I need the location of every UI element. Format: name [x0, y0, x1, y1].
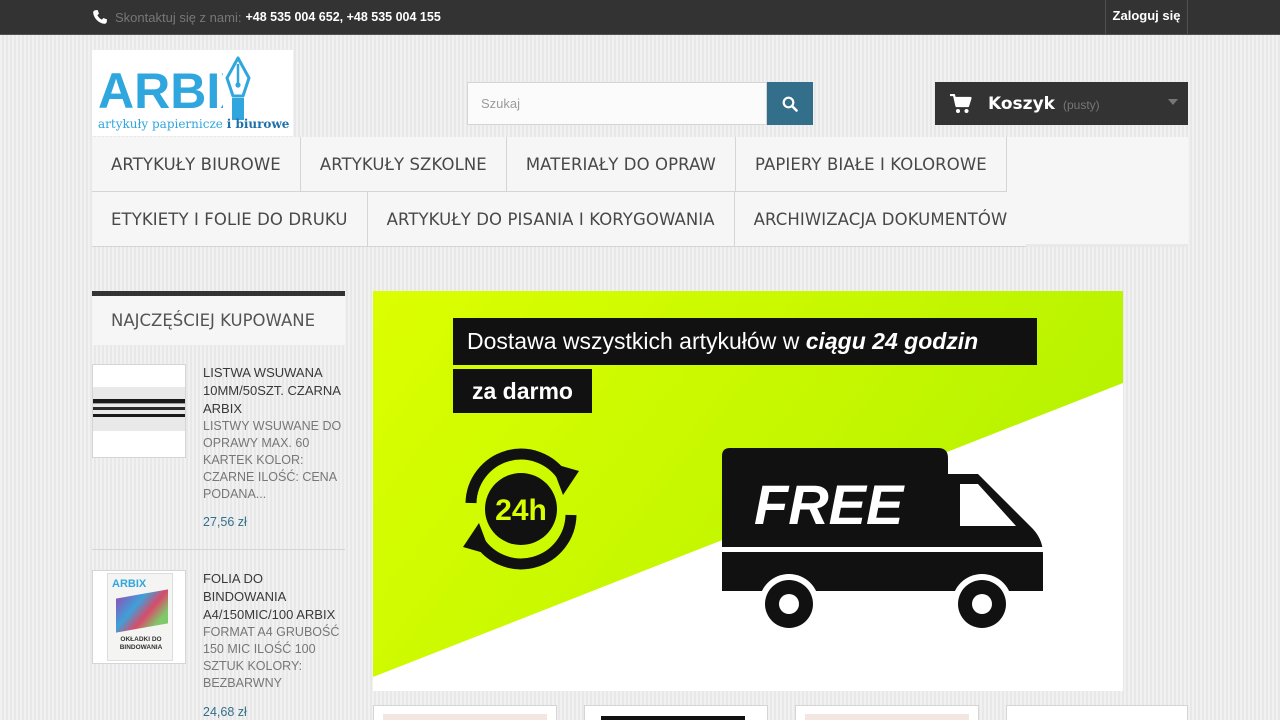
- menu-item-artykuly-do-pisania[interactable]: Artykuły do pisania i korygowania: [367, 192, 735, 247]
- banner-subheadline: za darmo: [453, 369, 592, 413]
- tile-image: [383, 714, 547, 720]
- contact-info: Skontaktuj się z nami: +48 535 004 652, …: [92, 8, 441, 26]
- product-info: Listwa wsuwana 10mm/50szt. czarna ARBIX …: [203, 364, 348, 503]
- shopping-cart-icon: [950, 93, 972, 113]
- product-thumbnail: ARBIX OKŁADKI DO BINDOWANIA: [107, 573, 173, 661]
- banner-headline: Dostawa wszystkich artykułów w ciągu 24 …: [453, 318, 1037, 365]
- tile-image: [601, 716, 745, 720]
- home-tile-1[interactable]: [373, 705, 557, 720]
- login-link[interactable]: Zaloguj się: [1105, 0, 1188, 35]
- search-icon: [782, 96, 798, 112]
- menu-item-artykuly-biurowe[interactable]: Artykuły biurowe: [92, 137, 301, 192]
- phone-icon: [93, 10, 107, 24]
- contact-phones: +48 535 004 652, +48 535 004 155: [245, 10, 441, 24]
- product-description: FORMAT A4 GRUBOŚĆ 150 MIC ILOŚĆ 100 SZTU…: [203, 625, 340, 690]
- product-description: LISTWY WSUWANE DO OPRAWY MAX. 60 KARTEK …: [203, 419, 342, 501]
- promo-banner[interactable]: Dostawa wszystkich artykułów w ciągu 24 …: [373, 291, 1123, 691]
- menu-item-etykiety[interactable]: Etykiety i folie do druku: [92, 192, 368, 247]
- badge-text: 24h: [495, 494, 547, 527]
- home-tile-2[interactable]: [584, 705, 768, 720]
- cart-button[interactable]: Koszyk (pusty): [935, 82, 1188, 125]
- thumb-brand: ARBIX: [112, 578, 147, 590]
- cart-label: Koszyk: [988, 93, 1055, 114]
- product-name[interactable]: Listwa wsuwana 10mm/50szt. czarna ARBIX: [203, 364, 348, 418]
- tile-image: [805, 714, 969, 720]
- product-price: 24,68 zł: [203, 705, 247, 719]
- menu-row-2: Etykiety i folie do druku Artykuły do pi…: [92, 192, 1027, 247]
- product-image[interactable]: ARBIX OKŁADKI DO BINDOWANIA: [92, 570, 186, 664]
- search-input[interactable]: [467, 82, 767, 125]
- delivery-truck-icon: FREE: [720, 448, 1044, 634]
- truck-text: FREE: [754, 473, 905, 536]
- product-image[interactable]: [92, 364, 186, 458]
- cart-status: (pusty): [1062, 98, 1100, 112]
- product-name[interactable]: Folia do bindowania A4/150mic/100 ARBIX: [203, 570, 348, 624]
- site-logo[interactable]: ARBIX artykuły papiernicze i biurowe: [92, 50, 293, 136]
- home-tile-3[interactable]: [795, 705, 979, 720]
- thumb-caption: OKŁADKI DO BINDOWANIA: [119, 636, 163, 651]
- main-menu: Artykuły biurowe Artykuły szkolne Materi…: [92, 137, 1188, 247]
- menu-item-papiery[interactable]: Papiery białe i kolorowe: [735, 137, 1007, 192]
- search-button[interactable]: [767, 82, 813, 125]
- product-thumbnail: [93, 387, 185, 431]
- contact-label: Skontaktuj się z nami:: [115, 9, 242, 25]
- menu-item-materialy-do-opraw[interactable]: Materiały do opraw: [506, 137, 736, 192]
- thumb-covers-image: [116, 589, 168, 633]
- menu-item-archiwizacja[interactable]: Archiwizacja dokumentów: [734, 192, 1027, 247]
- top-bar: Skontaktuj się z nami: +48 535 004 652, …: [0, 0, 1280, 35]
- product-price: 27,56 zł: [203, 515, 247, 529]
- chevron-down-icon: [1168, 99, 1178, 105]
- logo-tagline: artykuły papiernicze i biurowe: [98, 117, 290, 131]
- 24h-cycle-icon: 24h: [463, 448, 579, 570]
- bestsellers-title[interactable]: Najczęściej kupowane: [92, 291, 345, 345]
- menu-row-1: Artykuły biurowe Artykuły szkolne Materi…: [92, 137, 1007, 192]
- list-item: Listwa wsuwana 10mm/50szt. czarna ARBIX …: [92, 364, 345, 550]
- menu-item-artykuly-szkolne[interactable]: Artykuły szkolne: [300, 137, 507, 192]
- list-item: ARBIX OKŁADKI DO BINDOWANIA Folia do bin…: [92, 570, 345, 720]
- home-tile-4[interactable]: [1006, 705, 1188, 720]
- product-info: Folia do bindowania A4/150mic/100 ARBIX …: [203, 570, 348, 692]
- fountain-pen-icon: [223, 56, 253, 120]
